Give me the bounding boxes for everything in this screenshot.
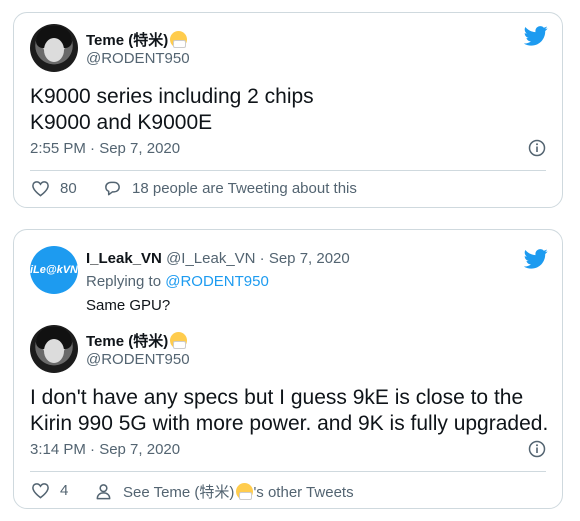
quoted-tweet-text: Same GPU?	[86, 297, 171, 314]
mask-emoji-icon	[170, 332, 188, 349]
twitter-bird-icon[interactable]	[524, 26, 548, 46]
replying-prefix: Replying to	[86, 273, 162, 290]
like-button[interactable]: 4	[31, 481, 68, 500]
author-name[interactable]: Teme (特米)	[86, 330, 188, 351]
quoted-author-name[interactable]: I_Leak_VN	[86, 250, 162, 267]
see-other-tweets-link[interactable]: See Teme (特米) 's other Tweets	[94, 481, 354, 502]
quoted-author-line: I_Leak_VN @I_Leak_VN · Sep 7, 2020	[86, 250, 350, 267]
tweet-timestamp[interactable]: 2:55 PM · Sep 7, 2020	[30, 140, 180, 157]
tweet-text-line-2: K9000 and K9000E	[30, 111, 213, 134]
person-icon	[96, 484, 111, 500]
heart-icon	[32, 181, 49, 197]
replying-to-mention[interactable]: @RODENT950	[165, 273, 269, 290]
quoted-author-avatar[interactable]: iLe@kVN	[30, 246, 78, 294]
divider	[30, 471, 546, 472]
mask-emoji-icon	[236, 483, 254, 500]
tweet-text-line-1: I don't have any specs but I guess 9kE i…	[30, 386, 524, 409]
quoted-author-handle-date[interactable]: @I_Leak_VN · Sep 7, 2020	[166, 250, 350, 267]
author-avatar[interactable]	[30, 325, 78, 373]
author-avatar[interactable]	[30, 24, 78, 72]
author-name[interactable]: Teme (特米)	[86, 29, 188, 50]
divider	[30, 170, 546, 171]
speech-bubble-icon	[105, 181, 120, 196]
info-icon[interactable]	[528, 440, 546, 458]
see-more-suffix: 's other Tweets	[253, 484, 354, 501]
twitter-bird-icon[interactable]	[524, 249, 548, 269]
author-name-text: Teme (特米)	[86, 32, 169, 49]
mask-emoji-icon	[170, 31, 188, 48]
see-other-tweets-text: See Teme (特米) 's other Tweets	[123, 481, 354, 502]
tweet-text-line-1: K9000 series including 2 chips	[30, 85, 314, 108]
tweet-text-line-2: Kirin 990 5G with more power. and 9K is …	[30, 412, 549, 435]
discussion-link[interactable]: 18 people are Tweeting about this	[103, 179, 357, 198]
like-count: 4	[60, 482, 69, 499]
author-name-text: Teme (特米)	[86, 333, 169, 350]
info-icon[interactable]	[528, 139, 546, 157]
avatar-label: iLe@kVN	[30, 264, 78, 276]
see-more-prefix: See Teme (特米)	[123, 484, 235, 501]
tweet-card-1[interactable]: Teme (特米) @RODENT950 K9000 series includ…	[13, 12, 563, 208]
tweet-timestamp[interactable]: 3:14 PM · Sep 7, 2020	[30, 441, 180, 458]
author-handle[interactable]: @RODENT950	[86, 50, 190, 67]
like-count: 80	[60, 180, 77, 197]
tweet-card-2[interactable]: iLe@kVN I_Leak_VN @I_Leak_VN · Sep 7, 20…	[13, 229, 563, 509]
author-handle[interactable]: @RODENT950	[86, 351, 190, 368]
heart-icon	[32, 483, 49, 499]
like-button[interactable]: 80	[31, 179, 77, 198]
replying-to-line: Replying to @RODENT950	[86, 273, 269, 290]
discussion-text: 18 people are Tweeting about this	[132, 180, 357, 197]
